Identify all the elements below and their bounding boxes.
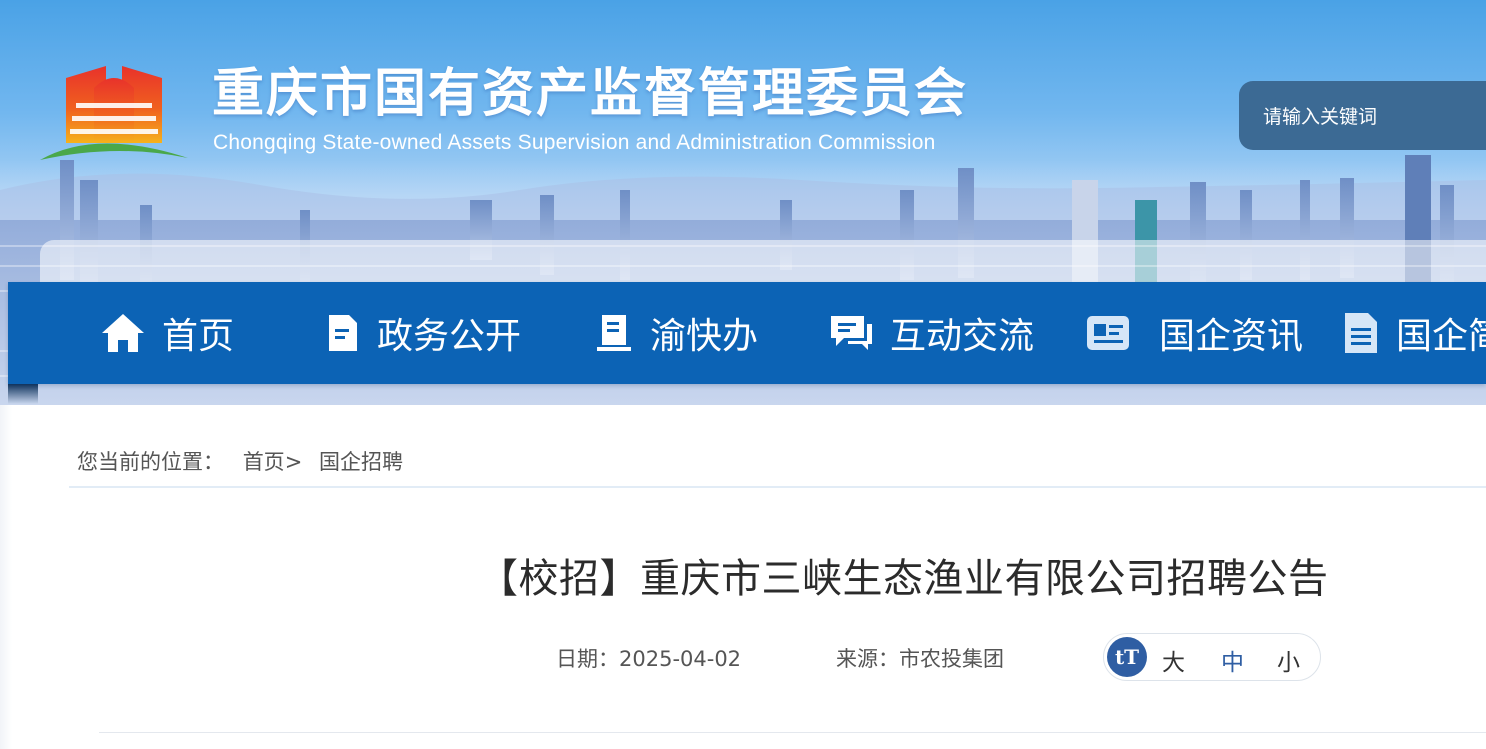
nav-item-label: 互动交流 [890, 316, 1035, 357]
search-box [1239, 81, 1486, 152]
chat-icon [828, 312, 874, 354]
id-card-icon [1085, 313, 1131, 353]
nav-shadow [8, 384, 38, 404]
font-size-control: tT 大 中 小 [1103, 633, 1321, 681]
article-date: 日期：2025-04-02 [556, 647, 742, 671]
breadcrumb-current-link[interactable]: 国企招聘 [319, 450, 403, 474]
breadcrumb-separator: > [284, 450, 303, 474]
search-input[interactable] [1261, 81, 1485, 152]
nav-item-label: 国企简 [1396, 316, 1486, 357]
breadcrumb-home-link[interactable]: 首页 [243, 450, 285, 474]
home-icon [100, 310, 146, 356]
nav-item-interaction[interactable]: 互动交流 [828, 282, 1034, 384]
nav-item-soe-news[interactable]: 国企资讯 [1085, 282, 1303, 384]
nav-item-label: 政务公开 [377, 316, 522, 357]
nav-item-government-affairs[interactable]: 政务公开 [325, 282, 521, 384]
book-icon [594, 313, 634, 353]
article-title: 【校招】重庆市三峡生态渔业有限公司招聘公告 [478, 556, 1329, 602]
breadcrumb-prefix: 您当前的位置： [77, 450, 224, 474]
nav-item-label: 渝快办 [650, 316, 759, 357]
article-source: 来源：市农投集团 [836, 647, 1004, 671]
breadcrumb: 您当前的位置： 首页> 国企招聘 [77, 446, 403, 476]
site-title: 重庆市国有资产监督管理委员会 [212, 64, 969, 124]
document-icon [325, 313, 361, 353]
font-size-medium-button[interactable]: 中 [1221, 643, 1244, 677]
nav-item-yukuaiban[interactable]: 渝快办 [594, 282, 758, 384]
nav-item-label: 首页 [162, 316, 235, 357]
sasac-logo [40, 66, 188, 160]
file-icon [1342, 311, 1380, 355]
nav-item-home[interactable]: 首页 [100, 282, 234, 384]
main-nav: 首页 政务公开 渝快办 互动交流 国企资讯 国企简 [8, 282, 1486, 384]
breadcrumb-divider [69, 486, 1486, 488]
site-subtitle: Chongqing State-owned Assets Supervision… [213, 131, 936, 154]
content-edge [0, 405, 12, 749]
font-size-small-button[interactable]: 小 [1277, 643, 1300, 677]
font-size-large-button[interactable]: 大 [1162, 643, 1185, 677]
nav-top-strip [40, 240, 1486, 285]
nav-item-label: 国企资讯 [1159, 316, 1304, 357]
nav-item-soe-brief[interactable]: 国企简 [1342, 282, 1486, 384]
meta-divider [99, 732, 1486, 733]
font-size-icon: tT [1107, 637, 1147, 677]
